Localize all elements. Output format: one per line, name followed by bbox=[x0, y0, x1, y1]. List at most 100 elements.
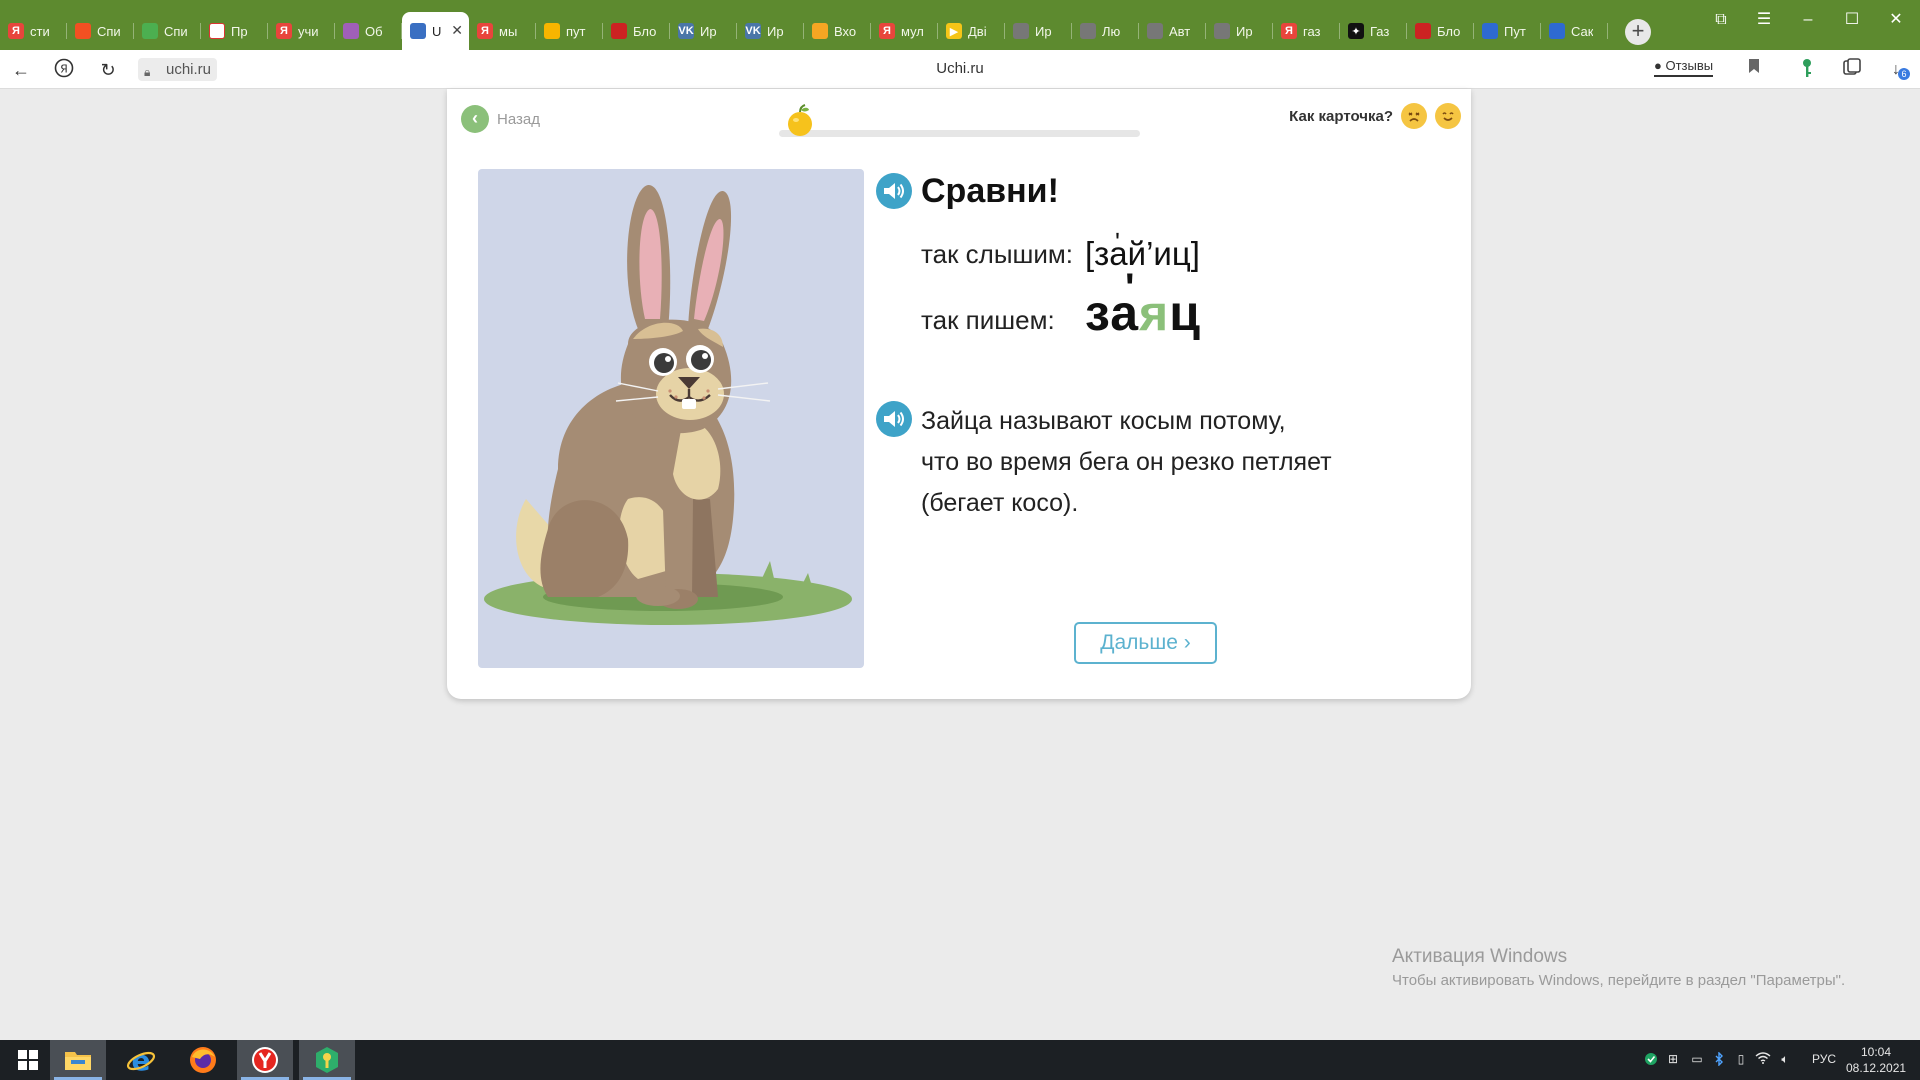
taskbar-explorer[interactable] bbox=[50, 1040, 106, 1080]
close-tab-icon[interactable]: ✕ bbox=[451, 22, 463, 39]
favicon-icon: Я bbox=[477, 23, 493, 39]
browser-tab[interactable]: Сак bbox=[1541, 12, 1608, 50]
internet-explorer-icon: e bbox=[126, 1045, 156, 1075]
battery-icon[interactable]: ▯ bbox=[1732, 1052, 1750, 1068]
new-tab-button[interactable]: + bbox=[1625, 19, 1651, 45]
page-title: Uchi.ru bbox=[936, 60, 984, 77]
tab-label: Авт bbox=[1169, 23, 1191, 39]
fact-text: Зайца называют косым потому, что во врем… bbox=[921, 401, 1332, 524]
bookmark-icon[interactable] bbox=[1742, 58, 1766, 82]
browser-tab[interactable]: Лю bbox=[1072, 12, 1139, 50]
close-window-button[interactable]: ✕ bbox=[1882, 8, 1910, 32]
volume-icon[interactable]: 🔈︎ bbox=[1776, 1052, 1794, 1068]
tab-label: Об bbox=[365, 23, 383, 39]
browser-tab[interactable]: Спи bbox=[134, 12, 201, 50]
favicon-icon bbox=[75, 23, 91, 39]
security-tray-icon[interactable] bbox=[1642, 1052, 1660, 1068]
browser-tab[interactable]: ✦ Газ bbox=[1340, 12, 1407, 50]
hear-transcription: [зай’иц] ʹ bbox=[1085, 227, 1200, 273]
browser-tab[interactable]: Ир bbox=[1206, 12, 1273, 50]
wifi-icon[interactable] bbox=[1754, 1052, 1772, 1068]
play-audio-button[interactable] bbox=[876, 173, 912, 209]
taskbar-firefox[interactable] bbox=[175, 1040, 231, 1080]
favicon-icon bbox=[544, 23, 560, 39]
browser-tab[interactable]: Яучи bbox=[268, 12, 335, 50]
language-indicator[interactable]: РУС bbox=[1812, 1052, 1836, 1066]
tab-manager-icon[interactable]: ⧉ bbox=[1707, 8, 1735, 32]
sad-face-icon[interactable] bbox=[1401, 103, 1427, 129]
windows-logo-icon bbox=[18, 1050, 38, 1070]
menu-icon[interactable]: ☰ bbox=[1750, 8, 1778, 32]
favicon-icon bbox=[343, 23, 359, 39]
next-button[interactable]: Дальше › bbox=[1074, 622, 1217, 664]
browser-tab[interactable]: пут bbox=[536, 12, 603, 50]
browser-tab[interactable]: Ир bbox=[1005, 12, 1072, 50]
browser-tab[interactable]: Вхо bbox=[804, 12, 871, 50]
back-button[interactable]: ‹ Назад bbox=[461, 105, 540, 133]
favicon-icon bbox=[1013, 23, 1029, 39]
favicon-icon: Я bbox=[879, 23, 895, 39]
system-clock[interactable]: 10:04 08.12.2021 bbox=[1846, 1044, 1906, 1076]
tab-label: Сак bbox=[1571, 23, 1594, 39]
taskbar-internet-explorer[interactable]: e bbox=[113, 1040, 169, 1080]
taskbar-keepass[interactable] bbox=[299, 1040, 355, 1080]
reload-icon[interactable]: ↻ bbox=[96, 58, 120, 82]
fact-line: что во время бега он резко петляет bbox=[921, 448, 1332, 476]
back-arrow-icon[interactable]: ← bbox=[9, 58, 33, 82]
favicon-icon bbox=[142, 23, 158, 39]
tab-label: Лю bbox=[1102, 23, 1121, 39]
browser-tab[interactable]: Ягаз bbox=[1273, 12, 1340, 50]
browser-tab[interactable]: Бло bbox=[603, 12, 670, 50]
favicon-icon: Я bbox=[1281, 23, 1297, 39]
browser-tab[interactable]: VK Ир bbox=[737, 12, 804, 50]
downloads-icon[interactable]: ↓ 6 bbox=[1884, 58, 1910, 82]
bluetooth-icon[interactable] bbox=[1710, 1051, 1728, 1068]
minimize-button[interactable]: – bbox=[1794, 8, 1822, 32]
start-button[interactable] bbox=[0, 1040, 56, 1080]
notification-tray-icon[interactable]: ▭ bbox=[1688, 1052, 1706, 1068]
rating-block: Как карточка? bbox=[1289, 103, 1461, 129]
taskbar-yandex-browser[interactable] bbox=[237, 1040, 293, 1080]
tab-label: учи bbox=[298, 23, 319, 39]
favicon-icon bbox=[1415, 23, 1431, 39]
browser-tab[interactable]: Авт bbox=[1139, 12, 1206, 50]
tab-active[interactable]: U ✕ bbox=[402, 12, 469, 50]
write-label: так пишем: bbox=[921, 305, 1055, 335]
favicon-icon: Я bbox=[8, 23, 24, 39]
maximize-button[interactable]: ☐ bbox=[1838, 8, 1866, 32]
favicon-icon bbox=[611, 23, 627, 39]
network-devices-tray-icon[interactable]: ⊞ bbox=[1664, 1052, 1682, 1068]
tab-label: Пут bbox=[1504, 23, 1526, 39]
feedback-button[interactable]: ● Отзывы bbox=[1654, 58, 1714, 77]
chevron-left-icon: ‹ bbox=[461, 105, 489, 133]
happy-face-icon[interactable] bbox=[1435, 103, 1461, 129]
tab-label: Вхо bbox=[834, 23, 857, 39]
word-highlight-letter: я bbox=[1139, 285, 1170, 341]
favicon-icon bbox=[1482, 23, 1498, 39]
browser-tab[interactable]: Пут bbox=[1474, 12, 1541, 50]
browser-tab[interactable]: Об bbox=[335, 12, 402, 50]
favicon-icon: VK bbox=[678, 23, 694, 39]
collections-icon[interactable] bbox=[1840, 58, 1864, 82]
hear-label: так слышим: bbox=[921, 239, 1074, 269]
tab-label: пут bbox=[566, 23, 586, 39]
svg-text:e: e bbox=[132, 1045, 151, 1075]
play-fact-audio-button[interactable] bbox=[876, 401, 912, 437]
clock-date: 08.12.2021 bbox=[1846, 1061, 1907, 1075]
browser-tab[interactable]: Ясти bbox=[0, 12, 67, 50]
yandex-logo-icon[interactable]: Я bbox=[52, 58, 76, 82]
browser-tab[interactable]: ▶ Дві bbox=[938, 12, 1005, 50]
key-icon[interactable] bbox=[1795, 58, 1819, 82]
browser-tab[interactable]: Ямул bbox=[871, 12, 938, 50]
folder-icon bbox=[65, 1052, 91, 1070]
speaker-icon bbox=[884, 411, 904, 427]
browser-tab[interactable]: Бло bbox=[1407, 12, 1474, 50]
browser-tab[interactable]: Пр bbox=[201, 12, 268, 50]
browser-tab[interactable]: VK Ир bbox=[670, 12, 737, 50]
url-field[interactable]: 🔒︎ uchi.ru bbox=[138, 58, 218, 81]
browser-tab[interactable]: Спи bbox=[67, 12, 134, 50]
browser-tab[interactable]: Ямы bbox=[469, 12, 536, 50]
transcription-text: [зай’иц] bbox=[1085, 235, 1200, 272]
stress-mark-icon: ʹ bbox=[1115, 227, 1120, 257]
word-suffix: ц bbox=[1169, 285, 1201, 341]
